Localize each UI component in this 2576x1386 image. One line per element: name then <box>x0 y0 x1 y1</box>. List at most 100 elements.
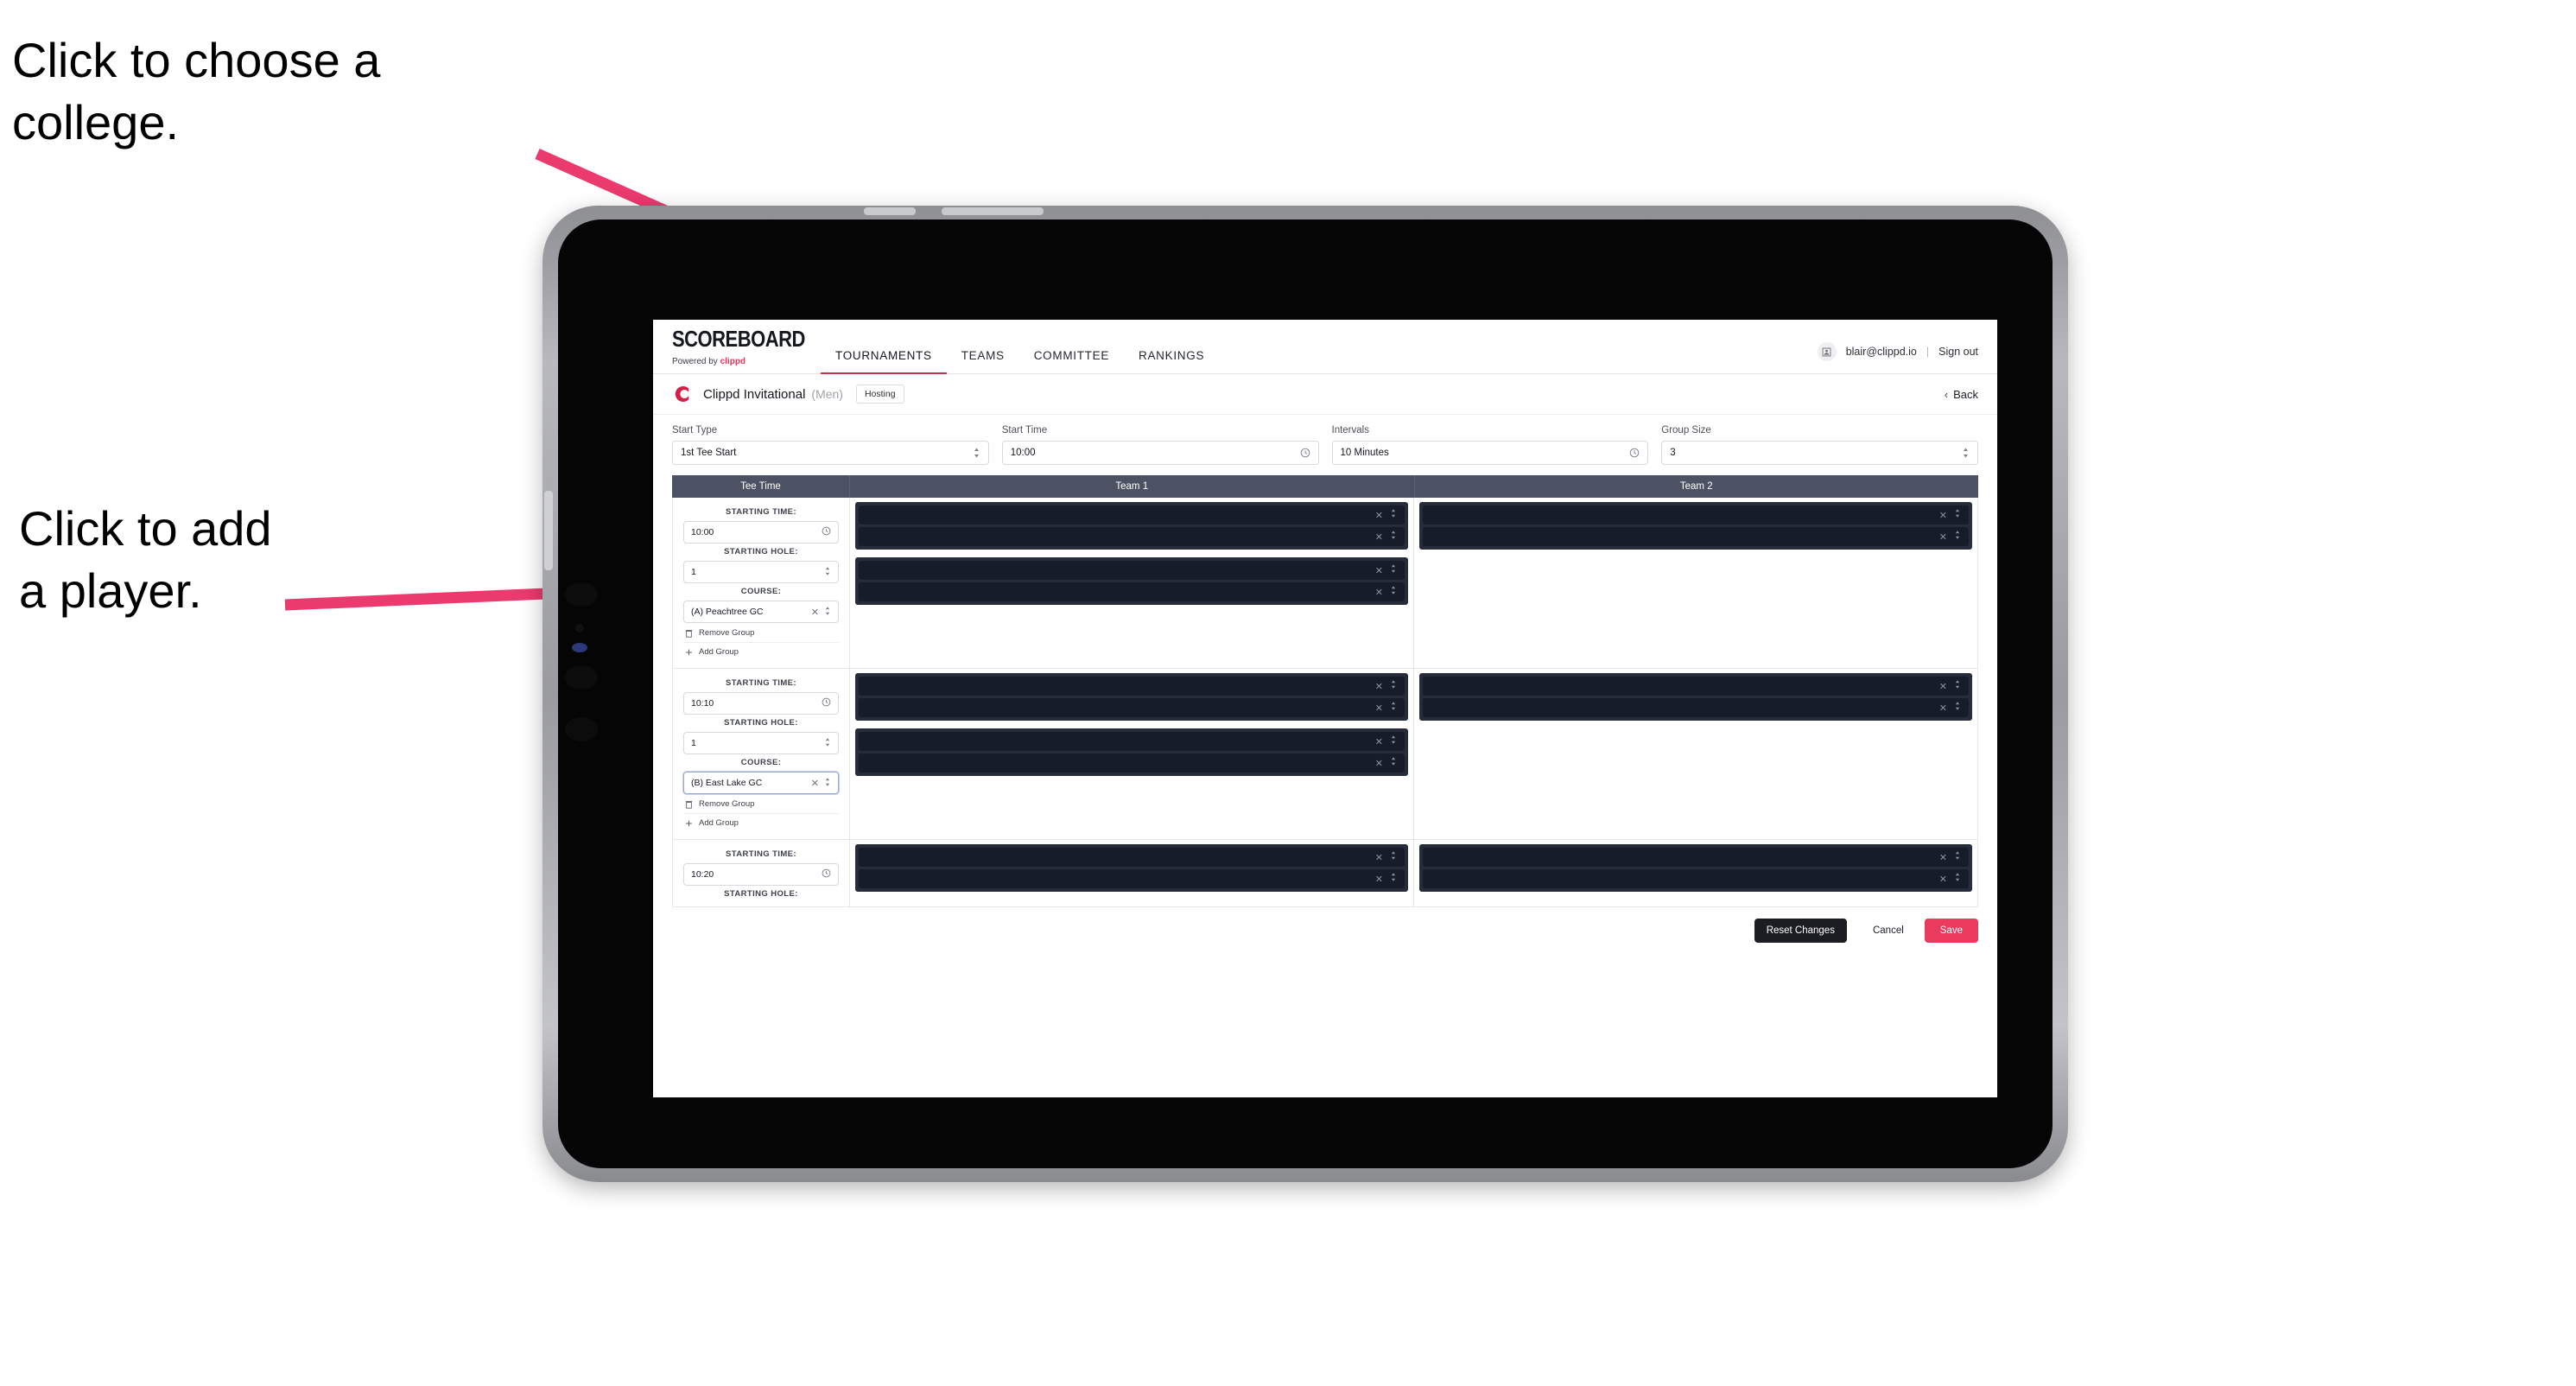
player-slot-row[interactable]: ✕ <box>859 848 1405 867</box>
clock-icon[interactable] <box>822 526 831 538</box>
player-slot-row[interactable]: ✕ <box>859 582 1405 601</box>
tab-rankings[interactable]: RANKINGS <box>1124 349 1219 373</box>
team-1-cell[interactable]: ✕ ✕ ✕ ✕ <box>850 669 1414 839</box>
remove-player-icon[interactable]: ✕ <box>1375 531 1383 543</box>
player-stepper-icon[interactable] <box>1954 507 1961 523</box>
reset-changes-button[interactable]: Reset Changes <box>1754 919 1847 943</box>
input-intervals[interactable]: 10 Minutes <box>1331 441 1649 465</box>
input-start-time[interactable]: 10:00 <box>1001 441 1319 465</box>
player-group-block[interactable]: ✕ ✕ <box>1419 673 1972 721</box>
stepper-icon[interactable] <box>824 566 831 579</box>
clock-icon[interactable] <box>822 868 831 881</box>
team-2-cell[interactable]: ✕ ✕ <box>1414 498 1977 668</box>
select-start-type[interactable]: 1st Tee Start <box>672 441 989 465</box>
clear-course-icon[interactable]: ✕ <box>811 607 819 618</box>
player-slot-row[interactable]: ✕ <box>859 561 1405 580</box>
back-button[interactable]: ‹ Back <box>1945 388 1978 401</box>
player-slot-row[interactable]: ✕ <box>1423 848 1969 867</box>
clock-icon-intervals[interactable] <box>1629 448 1640 458</box>
player-slot-row[interactable]: ✕ <box>859 698 1405 717</box>
remove-player-icon[interactable]: ✕ <box>1375 703 1383 714</box>
tab-teams[interactable]: TEAMS <box>947 349 1019 373</box>
tee-times-table-body[interactable]: STARTING TIME: 10:00 STARTING HOLE: 1 COURSE… <box>672 498 1978 907</box>
player-group-block[interactable]: ✕ ✕ <box>855 557 1408 605</box>
team-1-cell[interactable]: ✕ ✕ ✕ ✕ <box>850 498 1414 668</box>
player-stepper-icon[interactable] <box>1390 755 1397 771</box>
player-slot-row[interactable]: ✕ <box>859 732 1405 751</box>
player-slot-row[interactable]: ✕ <box>1423 505 1969 525</box>
player-stepper-icon[interactable] <box>1390 734 1397 749</box>
remove-player-icon[interactable]: ✕ <box>1375 758 1383 769</box>
player-stepper-icon[interactable] <box>1390 700 1397 715</box>
input-starting-time[interactable]: 10:10 <box>683 692 839 715</box>
tab-committee[interactable]: COMMITTEE <box>1019 349 1124 373</box>
add-group-button[interactable]: Add Group <box>683 814 839 832</box>
player-stepper-icon[interactable] <box>1954 529 1961 544</box>
remove-player-icon[interactable]: ✕ <box>1375 874 1383 885</box>
clock-icon[interactable] <box>822 697 831 709</box>
player-group-block[interactable]: ✕ ✕ <box>855 502 1408 550</box>
select-course[interactable]: (B) East Lake GC ✕ <box>683 772 839 794</box>
player-slot-row[interactable]: ✕ <box>859 505 1405 525</box>
player-stepper-icon[interactable] <box>1390 584 1397 600</box>
player-slot-row[interactable]: ✕ <box>859 527 1405 546</box>
sign-out-link[interactable]: Sign out <box>1938 346 1978 358</box>
stepper-icon-course[interactable] <box>824 606 831 619</box>
user-icon[interactable] <box>1817 342 1837 361</box>
remove-player-icon[interactable]: ✕ <box>1939 874 1947 885</box>
remove-player-icon[interactable]: ✕ <box>1939 703 1947 714</box>
remove-player-icon[interactable]: ✕ <box>1375 736 1383 747</box>
team-1-cell[interactable]: ✕ ✕ <box>850 840 1414 906</box>
player-group-block[interactable]: ✕ ✕ <box>1419 844 1972 892</box>
player-stepper-icon[interactable] <box>1954 678 1961 694</box>
select-starting-hole[interactable]: 1 <box>683 561 839 583</box>
player-slot-row[interactable]: ✕ <box>859 753 1405 772</box>
remove-player-icon[interactable]: ✕ <box>1375 565 1383 576</box>
stepper-icon[interactable] <box>824 737 831 750</box>
player-stepper-icon[interactable] <box>1954 871 1961 887</box>
clear-course-icon[interactable]: ✕ <box>811 778 819 789</box>
player-group-block[interactable]: ✕ ✕ <box>855 728 1408 776</box>
player-stepper-icon[interactable] <box>1954 700 1961 715</box>
remove-group-button[interactable]: Remove Group <box>683 794 839 814</box>
player-slot-row[interactable]: ✕ <box>859 869 1405 888</box>
remove-player-icon[interactable]: ✕ <box>1939 510 1947 521</box>
player-slot-row[interactable]: ✕ <box>859 677 1405 696</box>
select-course[interactable]: (A) Peachtree GC ✕ <box>683 601 839 623</box>
cancel-button[interactable]: Cancel <box>1859 919 1918 943</box>
remove-player-icon[interactable]: ✕ <box>1375 852 1383 863</box>
player-stepper-icon[interactable] <box>1954 849 1961 865</box>
select-group-size[interactable]: 3 <box>1661 441 1978 465</box>
team-2-cell[interactable]: ✕ ✕ <box>1414 840 1977 906</box>
player-slot-row[interactable]: ✕ <box>1423 698 1969 717</box>
remove-player-icon[interactable]: ✕ <box>1939 531 1947 543</box>
player-stepper-icon[interactable] <box>1390 563 1397 578</box>
stepper-icon-group-size[interactable] <box>1962 447 1970 459</box>
select-starting-hole[interactable]: 1 <box>683 732 839 754</box>
add-group-button[interactable]: Add Group <box>683 643 839 661</box>
player-stepper-icon[interactable] <box>1390 507 1397 523</box>
player-group-block[interactable]: ✕ ✕ <box>855 844 1408 892</box>
player-stepper-icon[interactable] <box>1390 529 1397 544</box>
player-stepper-icon[interactable] <box>1390 871 1397 887</box>
player-slot-row[interactable]: ✕ <box>1423 677 1969 696</box>
tab-tournaments[interactable]: TOURNAMENTS <box>821 349 947 374</box>
remove-player-icon[interactable]: ✕ <box>1375 587 1383 598</box>
stepper-icon-course[interactable] <box>824 777 831 790</box>
player-slot-row[interactable]: ✕ <box>1423 527 1969 546</box>
player-group-block[interactable]: ✕ ✕ <box>1419 502 1972 550</box>
input-starting-time[interactable]: 10:00 <box>683 521 839 544</box>
player-stepper-icon[interactable] <box>1390 849 1397 865</box>
player-group-block[interactable]: ✕ ✕ <box>855 673 1408 721</box>
remove-player-icon[interactable]: ✕ <box>1375 681 1383 692</box>
remove-player-icon[interactable]: ✕ <box>1939 681 1947 692</box>
save-button[interactable]: Save <box>1924 919 1978 943</box>
stepper-icon[interactable] <box>973 447 980 459</box>
remove-player-icon[interactable]: ✕ <box>1375 510 1383 521</box>
clock-icon[interactable] <box>1300 448 1310 458</box>
player-stepper-icon[interactable] <box>1390 678 1397 694</box>
player-slot-row[interactable]: ✕ <box>1423 869 1969 888</box>
input-starting-time[interactable]: 10:20 <box>683 863 839 886</box>
remove-player-icon[interactable]: ✕ <box>1939 852 1947 863</box>
remove-group-button[interactable]: Remove Group <box>683 623 839 643</box>
